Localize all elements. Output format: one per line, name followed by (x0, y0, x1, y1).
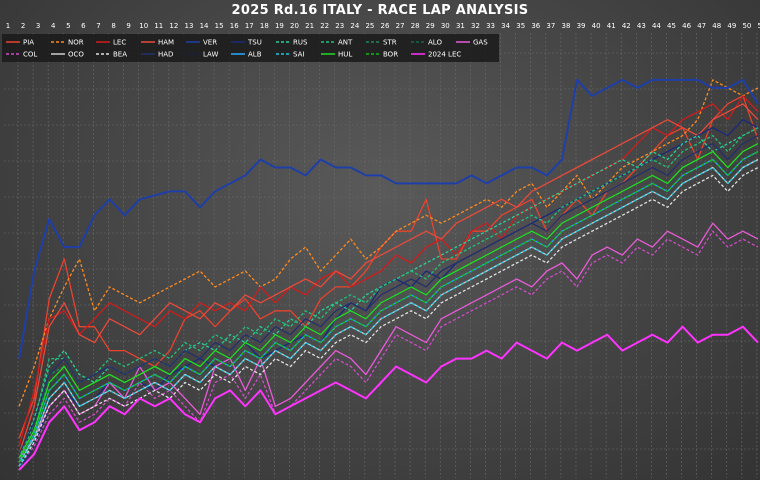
series-line-nor (18, 79, 759, 407)
x-tick-label: 22 (320, 22, 329, 30)
x-tick-label: 11 (154, 22, 163, 30)
legend-label: STR (383, 39, 397, 47)
x-tick-label: 44 (652, 22, 661, 30)
x-tick-label: 7 (96, 22, 100, 30)
x-tick-label: 6 (81, 22, 86, 30)
x-tick-label: 15 (215, 22, 224, 30)
series-line-lec (18, 95, 759, 447)
legend-label: RUS (293, 39, 308, 47)
x-tick-label: 43 (637, 22, 646, 30)
legend-label: ALO (428, 39, 442, 47)
legend-label: LEC (113, 39, 126, 47)
x-tick-label: 17 (245, 22, 254, 30)
x-tick-label: 30 (441, 22, 450, 30)
series-line-bor (18, 151, 759, 463)
x-tick-label: 24 (350, 22, 359, 30)
chart-stage: 2025 Rd.16 ITALY - RACE LAP ANALYSIS 123… (0, 0, 760, 480)
x-tick-label: 46 (682, 22, 691, 30)
x-tick-label: 41 (607, 22, 616, 30)
legend-label: HAD (158, 51, 173, 59)
legend-label: COL (23, 51, 37, 59)
legend-label: LAW (203, 51, 218, 59)
x-tick-label: 34 (501, 22, 510, 30)
x-tick-label: 4 (51, 22, 56, 30)
x-tick-label: 5 (66, 22, 70, 30)
legend-label: 2024 LEC (428, 51, 461, 59)
legend: PIA NOR LEC HAM VER TSU RUS ANT STR ALO GAS COL OCO B… (2, 34, 499, 62)
series-line-bea (18, 166, 759, 467)
x-tick-label: 25 (365, 22, 374, 30)
x-tick-label: 16 (230, 22, 239, 30)
x-tick-label: 18 (260, 22, 269, 30)
x-tick-label: 45 (667, 22, 676, 30)
legend-label: ANT (338, 39, 353, 47)
x-tick-label: 42 (622, 22, 631, 30)
x-tick-label: 32 (471, 22, 480, 30)
x-tick-label: 29 (426, 22, 435, 30)
legend-label: PIA (23, 39, 34, 47)
series-line-col (18, 230, 759, 467)
x-tick-label: 36 (531, 22, 540, 30)
x-tick-label: 12 (169, 22, 178, 30)
legend-label: GAS (473, 39, 488, 47)
x-tick-label: 47 (697, 22, 706, 30)
series-line-gas (18, 222, 759, 459)
series-line-tsu (18, 119, 759, 471)
legend-label: HUL (338, 51, 352, 59)
x-tick-label: 38 (561, 22, 570, 30)
x-tick-label: 37 (546, 22, 555, 30)
legend-label: HAM (158, 39, 174, 47)
legend-label: SAI (293, 51, 304, 59)
series-line-oco (18, 158, 759, 463)
x-tick-label: 26 (381, 22, 390, 30)
x-tick-label: 2 (21, 22, 25, 30)
x-tick-label: 49 (727, 22, 736, 30)
x-tick-label: 3 (36, 22, 40, 30)
x-tick-label: 33 (486, 22, 495, 30)
x-tick-label: 27 (396, 22, 405, 30)
x-tick-label: 20 (290, 22, 299, 30)
x-tick-label: 40 (592, 22, 601, 30)
series-line-alo (18, 151, 759, 471)
legend-label: VER (203, 39, 217, 47)
legend-label: BOR (383, 51, 398, 59)
x-tick-label: 50 (742, 22, 751, 30)
x-tick-label: 9 (126, 22, 130, 30)
x-tick-label: 23 (335, 22, 344, 30)
x-tick-label: 39 (577, 22, 586, 30)
x-tick-label: 14 (200, 22, 209, 30)
series-line-sai (18, 158, 759, 467)
series-line-law (18, 143, 759, 459)
x-tick-label: 1 (6, 22, 10, 30)
legend-label: BEA (113, 51, 127, 59)
x-tick-label: 35 (516, 22, 525, 30)
legend-label: ALB (248, 51, 262, 59)
lap-chart: 1 2 3 4 5 6 7 8 9 10 11 12 13 14 15 16 17 18 19 20 21 22 23 24 2… (2, 22, 760, 478)
x-tick-label: 13 (184, 22, 193, 30)
x-tick-label: 8 (111, 22, 115, 30)
x-tick-label: 19 (275, 22, 284, 30)
x-tick-label: 31 (456, 22, 465, 30)
series-line-ver (18, 78, 759, 359)
legend-label: OCO (68, 51, 84, 59)
x-tick-label: 28 (411, 22, 420, 30)
x-tick-label: 48 (712, 22, 721, 30)
series-line-had (18, 135, 759, 455)
legend-label: NOR (68, 39, 84, 47)
legend-label: TSU (247, 39, 262, 47)
x-tick-label: 10 (139, 22, 148, 30)
series-line-hul (18, 143, 759, 459)
x-tick-label: 21 (305, 22, 314, 30)
